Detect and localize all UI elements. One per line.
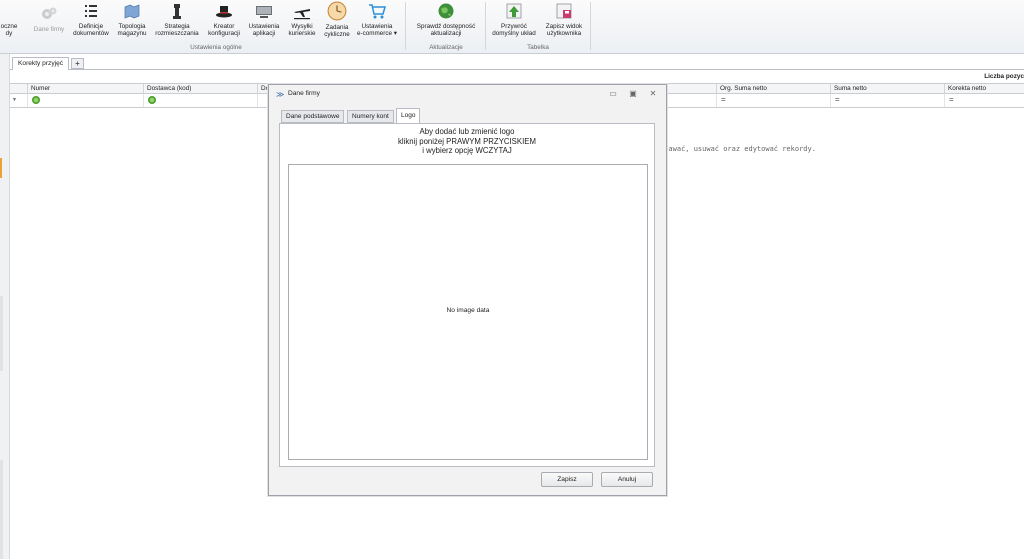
- tab-numery-kont[interactable]: Numery kont: [347, 110, 394, 123]
- logo-image-box[interactable]: No image data: [288, 164, 648, 460]
- dialog-title-bar[interactable]: ≫ Dane firmy ▭ ▣ ✕: [269, 85, 666, 104]
- placement-strategy-label-2: rozmieszczania: [155, 30, 199, 37]
- filter-cell-suma-netto[interactable]: =: [830, 94, 944, 107]
- row-count-label: Liczba pozyc: [984, 73, 1024, 80]
- placement-strategy-label-1: Strategia: [164, 23, 190, 30]
- ribbon-separator: [590, 2, 591, 50]
- save-button[interactable]: Zapisz: [541, 472, 593, 487]
- magic-hat-icon: [216, 6, 232, 18]
- ribbon-group-table-label: Tabelka: [527, 44, 549, 51]
- airplane-icon: [294, 9, 310, 20]
- ribbon-separator: [405, 2, 406, 50]
- ribbon-group-updates-label: Aktualizacje: [429, 44, 463, 51]
- filter-cell-numer[interactable]: [27, 94, 143, 107]
- filter-condition-icon: [32, 96, 40, 104]
- dialog-title: Dane firmy: [288, 90, 320, 97]
- document-definitions-label-1: Definicje: [78, 23, 104, 30]
- logo-instruction-line-1: Aby dodać lub zmienić logo: [419, 127, 515, 136]
- column-header-numer[interactable]: Numer: [27, 84, 143, 94]
- app-settings-button[interactable]: Ustawienia aplikacji: [246, 0, 282, 44]
- minimize-icon[interactable]: ▭: [607, 89, 619, 99]
- warehouse-topology-label-1: Topologia: [118, 23, 146, 30]
- no-image-text: No image data: [446, 307, 490, 314]
- save-view-icon: [556, 3, 572, 19]
- column-header-org-suma-netto[interactable]: Org. Suma netto: [716, 84, 830, 94]
- column-header-suma-netto[interactable]: Suma netto: [830, 84, 944, 94]
- ribbon-button-partial-label-2: dy: [5, 30, 13, 37]
- column-header-dostawca[interactable]: Dostawca (kod): [143, 84, 257, 94]
- globe-icon: [438, 3, 454, 19]
- save-user-view-button[interactable]: Zapisz widok użytkownika: [540, 0, 588, 44]
- side-scroll-bar[interactable]: [0, 296, 3, 371]
- save-user-view-label-2: użytkownika: [546, 30, 582, 37]
- logo-instructions: Aby dodać lub zmienić logo kliknij poniż…: [280, 127, 654, 156]
- ribbon: oczne dy Dane firmy Definicje dokumentów…: [0, 0, 1024, 54]
- config-wizard-label-2: konfiguracji: [208, 30, 240, 37]
- filter-cell-org-suma-netto[interactable]: =: [716, 94, 830, 107]
- check-updates-label-1: Sprawdź dostępność: [416, 23, 476, 30]
- company-data-dialog: ≫ Dane firmy ▭ ▣ ✕ Dane podstawowe Numer…: [268, 84, 667, 496]
- filter-cell-korekta-netto[interactable]: =: [944, 94, 1024, 107]
- ecommerce-settings-button[interactable]: Ustawienia e-commerce ▾: [354, 0, 400, 44]
- app-settings-label-1: Ustawienia: [248, 23, 280, 30]
- ribbon-separator: [485, 2, 486, 50]
- restore-layout-icon: [506, 3, 522, 19]
- rail-accent: [0, 158, 2, 178]
- tab-logo[interactable]: Logo: [396, 108, 421, 123]
- courier-shipping-label-1: Wysyłki: [291, 23, 313, 30]
- filter-icon: ▼: [12, 97, 17, 103]
- courier-shipping-button[interactable]: Wysyłki kurierskie: [284, 0, 320, 44]
- company-data-button[interactable]: Dane firmy: [30, 0, 68, 44]
- maximize-icon[interactable]: ▣: [627, 89, 639, 99]
- cyclic-tasks-label-1: Zadania: [325, 24, 349, 31]
- add-tab-button[interactable]: +: [71, 58, 84, 69]
- tab-korekty-przyjec[interactable]: Korekty przyjęć: [12, 57, 70, 70]
- gears-icon: [42, 7, 57, 19]
- courier-shipping-label-2: kurierskie: [288, 30, 316, 37]
- ribbon-button-partial-label-1: oczne: [0, 23, 18, 30]
- clock-icon: [327, 1, 347, 21]
- ribbon-group-general-label: Ustawienia ogólne: [190, 44, 242, 51]
- tab-dane-podstawowe[interactable]: Dane podstawowe: [281, 110, 345, 123]
- filter-cell-dostawca[interactable]: [143, 94, 257, 107]
- document-definitions-label-2: dokumentów: [73, 30, 109, 37]
- column-header-korekta-netto[interactable]: Korekta netto: [944, 84, 1024, 94]
- warehouse-topology-label-2: magazynu: [117, 30, 147, 37]
- cart-icon: [369, 4, 386, 19]
- cyclic-tasks-label-2: cykliczne: [324, 31, 350, 38]
- logo-instruction-line-3: i wybierz opcję WCZYTAJ: [422, 146, 512, 155]
- warehouse-topology-button[interactable]: Topologia magazynu: [114, 0, 150, 44]
- cyclic-tasks-button[interactable]: Zadania cykliczne: [320, 0, 354, 44]
- ecommerce-settings-label-2: e-commerce ▾: [357, 30, 397, 37]
- empty-grid-hint: odawać, usuwać oraz edytować rekordy.: [660, 145, 816, 153]
- side-scroll-bar[interactable]: [0, 460, 3, 559]
- restore-layout-label-1: Przywróć: [501, 23, 527, 30]
- list-icon: [85, 5, 97, 17]
- filter-condition-icon: [148, 96, 156, 104]
- map-icon: [124, 4, 140, 19]
- chess-icon: [173, 4, 181, 19]
- restore-layout-label-2: domyślny układ: [492, 30, 536, 37]
- close-icon[interactable]: ✕: [647, 89, 659, 99]
- logo-instruction-line-2: kliknij poniżej PRAWYM PRZYCISKIEM: [398, 136, 536, 146]
- logo-tab-panel: Aby dodać lub zmienić logo kliknij poniż…: [279, 123, 655, 467]
- save-user-view-label-1: Zapisz widok: [545, 23, 583, 30]
- document-tab-strip: Korekty przyjęć +: [10, 56, 1024, 70]
- app-settings-label-2: aplikacji: [252, 30, 276, 37]
- restore-layout-button[interactable]: Przywróć domyślny układ: [488, 0, 540, 44]
- placement-strategy-button[interactable]: Strategia rozmieszczania: [152, 0, 202, 44]
- app-logo-icon: ≫: [276, 90, 285, 99]
- monitor-icon: [256, 6, 272, 18]
- config-wizard-button[interactable]: Kreator konfiguracji: [203, 0, 245, 44]
- config-wizard-label-1: Kreator: [213, 23, 235, 30]
- document-definitions-button[interactable]: Definicje dokumentów: [70, 0, 112, 44]
- check-updates-button[interactable]: Sprawdź dostępność aktualizacji: [408, 0, 484, 44]
- ecommerce-settings-label-1: Ustawienia: [361, 23, 393, 30]
- company-data-label: Dane firmy: [33, 26, 65, 33]
- cancel-button[interactable]: Anuluj: [601, 472, 653, 487]
- check-updates-label-2: aktualizacji: [430, 30, 462, 37]
